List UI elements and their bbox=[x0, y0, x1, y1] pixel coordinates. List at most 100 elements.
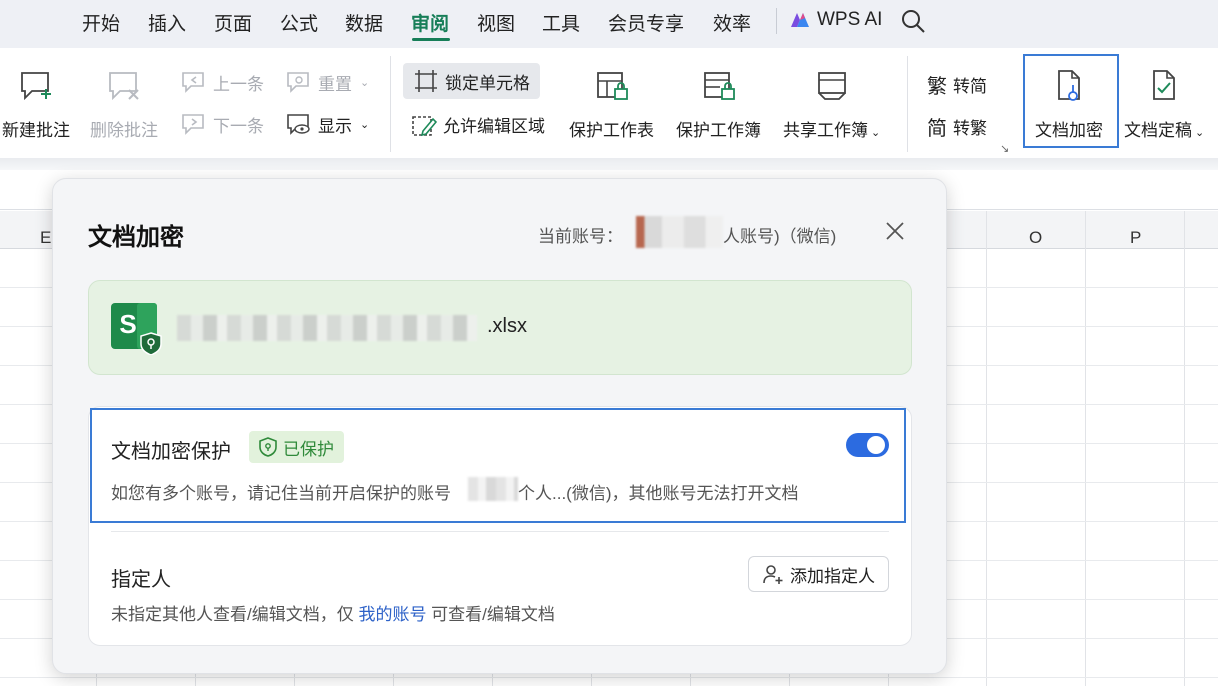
doc-finalize-icon bbox=[1149, 66, 1179, 106]
protect-workbook-button[interactable]: 保护工作簿 bbox=[676, 66, 761, 141]
prev-comment-label: 上一条 bbox=[213, 75, 264, 94]
show-button[interactable]: 显示 ⌄ bbox=[286, 112, 369, 137]
protection-highlight-frame bbox=[90, 408, 906, 523]
gridline bbox=[1085, 211, 1086, 686]
reset-label: 重置 bbox=[318, 75, 352, 94]
allow-edit-range-label: 允许编辑区域 bbox=[443, 117, 545, 136]
delete-comment-label: 删除批注 bbox=[90, 121, 158, 140]
chevron-down-icon: ⌄ bbox=[871, 127, 881, 139]
current-account-suffix: 人账号)（微信) bbox=[723, 227, 837, 246]
assignee-description: 未指定其他人查看/编辑文档，仅 我的账号 可查看/编辑文档 bbox=[111, 600, 555, 625]
gridline bbox=[986, 211, 987, 686]
doc-encrypt-button[interactable]: 文档加密 bbox=[1035, 66, 1103, 141]
delete-comment-button[interactable]: 删除批注 bbox=[90, 66, 158, 141]
search-icon[interactable] bbox=[900, 8, 926, 34]
dialog-launcher-icon[interactable]: ↘ bbox=[1000, 142, 1009, 155]
my-account-link[interactable]: 我的账号 bbox=[358, 605, 426, 624]
protect-sheet-button[interactable]: 保护工作表 bbox=[569, 66, 654, 141]
wps-ai-label: WPS AI bbox=[817, 9, 883, 30]
chevron-down-icon: ⌄ bbox=[360, 119, 370, 131]
protect-sheet-icon bbox=[595, 66, 629, 106]
active-tab-indicator bbox=[412, 38, 450, 41]
protect-workbook-label: 保护工作簿 bbox=[676, 121, 761, 140]
ribbon-divider bbox=[390, 56, 391, 152]
tab-insert[interactable]: 插入 bbox=[148, 9, 186, 36]
lock-cell-button[interactable]: 锁定单元格 bbox=[403, 63, 540, 99]
tab-data[interactable]: 数据 bbox=[345, 9, 383, 36]
next-comment-icon bbox=[182, 113, 204, 135]
doc-encrypt-icon bbox=[1054, 66, 1084, 106]
gridline bbox=[0, 677, 1218, 678]
add-assignee-label: 添加指定人 bbox=[790, 566, 875, 586]
protect-workbook-icon bbox=[702, 66, 736, 106]
tab-view[interactable]: 视图 bbox=[477, 9, 515, 36]
add-assignee-button[interactable]: 添加指定人 bbox=[748, 556, 889, 592]
protect-sheet-label: 保护工作表 bbox=[569, 121, 654, 140]
doc-finalize-label: 文档定稿 ⌄ bbox=[1124, 116, 1204, 141]
file-name-redacted bbox=[177, 315, 477, 341]
new-comment-button[interactable]: 新建批注 bbox=[2, 66, 70, 141]
account-name-redacted bbox=[636, 216, 723, 248]
next-comment-button[interactable]: 下一条 bbox=[181, 112, 264, 137]
dialog-title: 文档加密 bbox=[88, 224, 184, 251]
doc-finalize-button[interactable]: 文档定稿 ⌄ bbox=[1124, 66, 1204, 141]
encrypt-protection-title: 文档加密保护 bbox=[111, 441, 231, 463]
tab-divider bbox=[776, 8, 777, 34]
lock-cell-label: 锁定单元格 bbox=[445, 73, 530, 93]
share-workbook-button[interactable]: 共享工作簿 ⌄ bbox=[783, 66, 880, 141]
assignee-title: 指定人 bbox=[111, 569, 171, 591]
delete-comment-icon bbox=[107, 66, 141, 106]
tab-member[interactable]: 会员专享 bbox=[608, 9, 684, 36]
share-workbook-icon bbox=[815, 66, 849, 106]
chevron-down-icon: ⌄ bbox=[360, 77, 370, 89]
ribbon-divider bbox=[907, 56, 908, 152]
ribbon-shadow bbox=[0, 158, 1218, 170]
ribbon-toolbar: 新建批注 删除批注 上一条 下一条 重置 ⌄ 显示 ⌄ 锁定单元格 允许编辑区域 bbox=[0, 48, 1218, 160]
tab-efficiency[interactable]: 效率 bbox=[713, 9, 751, 36]
current-account-label: 当前账号： bbox=[538, 227, 623, 246]
reset-button[interactable]: 重置 ⌄ bbox=[286, 70, 369, 95]
svg-text:S: S bbox=[119, 309, 136, 339]
traditional-char-icon: 繁 bbox=[927, 76, 947, 98]
prev-comment-button[interactable]: 上一条 bbox=[181, 70, 264, 95]
share-workbook-label: 共享工作簿 ⌄ bbox=[783, 116, 880, 141]
menu-tab-bar: 开始 插入 页面 公式 数据 审阅 视图 工具 会员专享 效率 WPS AI bbox=[0, 0, 1218, 48]
close-icon[interactable] bbox=[883, 219, 907, 243]
edit-range-icon bbox=[412, 115, 437, 136]
tab-tools[interactable]: 工具 bbox=[542, 9, 580, 36]
toggle-knob bbox=[867, 436, 885, 454]
tab-review[interactable]: 审阅 bbox=[411, 9, 449, 36]
to-traditional-button[interactable]: 简 转繁 bbox=[927, 112, 987, 141]
simplified-char-icon: 简 bbox=[927, 118, 947, 140]
account-id-redacted bbox=[468, 477, 518, 501]
doc-encrypt-label: 文档加密 bbox=[1035, 121, 1103, 140]
new-comment-icon bbox=[19, 66, 53, 106]
tab-home[interactable]: 开始 bbox=[82, 9, 120, 36]
reset-icon bbox=[287, 71, 309, 93]
column-header-o[interactable]: O bbox=[1029, 228, 1042, 248]
to-simplified-button[interactable]: 繁 转简 bbox=[927, 70, 987, 99]
tab-formula[interactable]: 公式 bbox=[280, 9, 318, 36]
file-card: S .xlsx bbox=[88, 280, 912, 375]
column-header-e[interactable]: E bbox=[40, 228, 51, 248]
show-comment-icon bbox=[287, 113, 310, 135]
shield-icon bbox=[259, 437, 277, 457]
share-workbook-text: 共享工作簿 bbox=[783, 121, 868, 140]
assignee-desc-after: 可查看/编辑文档 bbox=[426, 605, 555, 624]
protection-desc-part2: 个人...(微信)，其他账号无法打开文档 bbox=[518, 484, 799, 503]
protected-status-badge: 已保护 bbox=[249, 431, 344, 463]
tab-page[interactable]: 页面 bbox=[214, 9, 252, 36]
new-comment-label: 新建批注 bbox=[2, 121, 70, 140]
wps-ai-button[interactable]: WPS AI bbox=[789, 9, 882, 31]
protected-status-text: 已保护 bbox=[283, 439, 334, 459]
to-traditional-label: 转繁 bbox=[953, 119, 987, 138]
allow-edit-range-button[interactable]: 允许编辑区域 bbox=[411, 112, 545, 137]
next-comment-label: 下一条 bbox=[213, 117, 264, 136]
add-person-icon bbox=[763, 565, 783, 584]
assignee-desc-before: 未指定其他人查看/编辑文档，仅 bbox=[111, 605, 359, 624]
to-simplified-label: 转简 bbox=[953, 77, 987, 96]
wps-ai-logo-icon bbox=[791, 13, 809, 27]
column-header-p[interactable]: P bbox=[1130, 228, 1141, 248]
chevron-down-icon: ⌄ bbox=[1195, 127, 1205, 139]
encrypt-protection-toggle[interactable] bbox=[846, 433, 889, 457]
